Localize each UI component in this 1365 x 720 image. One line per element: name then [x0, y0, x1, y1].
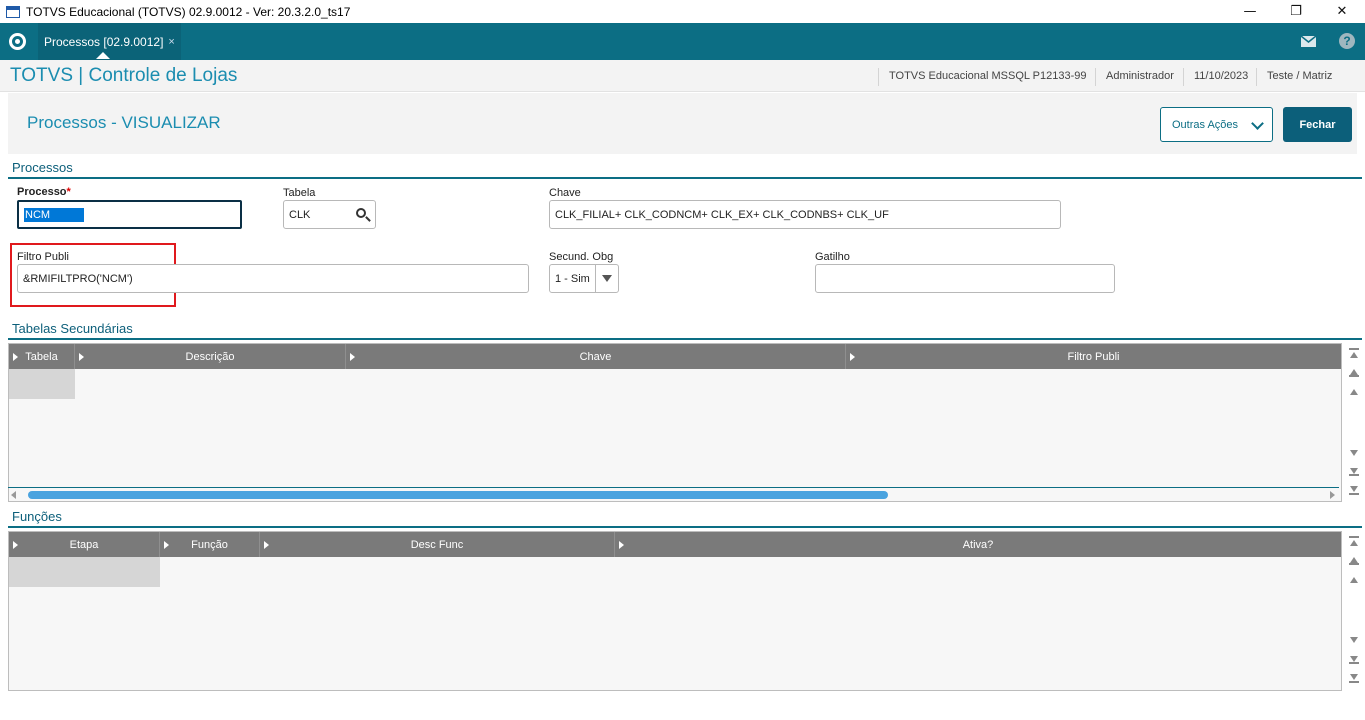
scroll-down-icon[interactable]	[1350, 450, 1358, 456]
date-info: 11/10/2023	[1183, 68, 1258, 86]
scroll-up-icon[interactable]	[1350, 389, 1358, 395]
totvs-logo-icon[interactable]	[9, 33, 26, 50]
restore-button[interactable]: ❐	[1273, 0, 1319, 23]
dropdown-arrow-icon	[602, 275, 612, 282]
chave-label: Chave	[549, 187, 581, 199]
fechar-button[interactable]: Fechar	[1283, 107, 1352, 142]
outras-acoes-button[interactable]: Outras Ações	[1160, 107, 1273, 142]
column-arrow-icon	[619, 541, 624, 549]
app-header: TOTVS | Controle de Lojas TOTVS Educacio…	[0, 60, 1365, 92]
section-divider	[8, 526, 1362, 528]
processo-label: Processo*	[17, 186, 71, 198]
scroll-bottom-icon[interactable]	[1350, 486, 1358, 492]
app-window-icon	[6, 5, 20, 18]
scroll-top-bar-icon	[1349, 536, 1359, 538]
scroll-down-icon[interactable]	[1350, 637, 1358, 643]
scroll-top-icon[interactable]	[1350, 352, 1358, 358]
secund-obg-value: 1 - Sim	[555, 272, 590, 285]
column-header-funcao[interactable]: Função	[160, 532, 260, 557]
column-arrow-icon	[13, 353, 18, 361]
horizontal-scrollbar[interactable]	[8, 487, 1339, 501]
outras-acoes-label: Outras Ações	[1172, 118, 1239, 131]
section-divider	[8, 177, 1362, 179]
column-arrow-icon	[13, 541, 18, 549]
mail-icon[interactable]	[1301, 36, 1316, 47]
branch-info: Teste / Matriz	[1256, 68, 1342, 86]
column-header-tabela[interactable]: Tabela	[9, 344, 75, 369]
search-icon[interactable]	[356, 208, 366, 218]
section-title-tabelas-secundarias: Tabelas Secundárias	[12, 321, 133, 336]
scroll-bar-icon	[1349, 662, 1359, 664]
grid-header: Etapa Função Desc Func Ativa?	[9, 532, 1341, 557]
processo-input[interactable]: NCM	[17, 200, 242, 229]
column-arrow-icon	[264, 541, 269, 549]
close-window-button[interactable]: ✕	[1319, 0, 1365, 23]
filtro-publi-label: Filtro Publi	[17, 251, 69, 263]
page-title-band: Processos - VISUALIZAR Outras Ações Fech…	[8, 93, 1357, 154]
tabelas-secundarias-grid[interactable]: Tabela Descrição Chave Filtro Publi	[8, 343, 1342, 502]
section-title-funcoes: Funções	[12, 509, 62, 524]
section-title-processos: Processos	[12, 160, 73, 175]
minimize-button[interactable]: —	[1227, 0, 1273, 23]
grid-header: Tabela Descrição Chave Filtro Publi	[9, 344, 1341, 369]
user-info: Administrador	[1095, 68, 1184, 86]
column-header-ativa[interactable]: Ativa?	[615, 532, 1341, 557]
vertical-scrollbar[interactable]	[1345, 531, 1365, 691]
app-tabbar: Processos [02.9.0012] ×	[0, 23, 1365, 60]
scroll-bottom-icon[interactable]	[1350, 674, 1358, 680]
gatilho-label: Gatilho	[815, 251, 850, 263]
chave-value: CLK_FILIAL+ CLK_CODNCM+ CLK_EX+ CLK_CODN…	[555, 208, 889, 221]
tab-label: Processos [02.9.0012]	[44, 34, 164, 49]
environment-info: TOTVS Educacional MSSQL P12133-99	[878, 68, 1097, 86]
processo-value: NCM	[24, 207, 84, 222]
column-header-desc-func[interactable]: Desc Func	[260, 532, 615, 557]
filtro-publi-value: &RMIFILTPRO('NCM')	[23, 272, 133, 285]
secund-obg-label: Secund. Obg	[549, 251, 614, 263]
scroll-bar-icon	[1349, 375, 1359, 377]
grid-cell-selected[interactable]	[9, 369, 75, 399]
scroll-bottom-bar-icon	[1349, 681, 1359, 683]
grid-cell-selected[interactable]	[9, 557, 160, 587]
scroll-left-icon[interactable]	[11, 491, 16, 499]
column-arrow-icon	[850, 353, 855, 361]
column-arrow-icon	[350, 353, 355, 361]
column-arrow-icon	[164, 541, 169, 549]
window-titlebar: TOTVS Educacional (TOTVS) 02.9.0012 - Ve…	[0, 0, 1365, 23]
tabela-value: CLK	[289, 208, 311, 221]
tab-close-icon[interactable]: ×	[168, 36, 174, 48]
scroll-bar-icon	[1349, 563, 1359, 565]
scroll-right-icon[interactable]	[1330, 491, 1335, 499]
column-header-descricao[interactable]: Descrição	[75, 344, 346, 369]
secund-obg-select[interactable]: 1 - Sim	[549, 264, 619, 293]
vertical-scrollbar[interactable]	[1345, 343, 1365, 502]
column-header-filtro-publi[interactable]: Filtro Publi	[846, 344, 1341, 369]
scroll-top-bar-icon	[1349, 348, 1359, 350]
column-arrow-icon	[79, 353, 84, 361]
page-title: Processos - VISUALIZAR	[27, 113, 221, 132]
section-divider	[8, 338, 1362, 340]
select-divider	[595, 265, 596, 292]
chave-input[interactable]: CLK_FILIAL+ CLK_CODNCM+ CLK_EX+ CLK_CODN…	[549, 200, 1061, 229]
scroll-bottom-bar-icon	[1349, 493, 1359, 495]
scroll-bar-icon	[1349, 474, 1359, 476]
column-header-chave[interactable]: Chave	[346, 344, 846, 369]
window-title: TOTVS Educacional (TOTVS) 02.9.0012 - Ve…	[26, 4, 351, 19]
chevron-down-icon	[1251, 117, 1264, 130]
gatilho-input[interactable]	[815, 264, 1115, 293]
tab-indicator	[96, 52, 110, 59]
funcoes-grid[interactable]: Etapa Função Desc Func Ativa?	[8, 531, 1342, 691]
column-header-etapa[interactable]: Etapa	[9, 532, 160, 557]
app-title: TOTVS | Controle de Lojas	[10, 65, 238, 86]
tabela-input[interactable]: CLK	[283, 200, 376, 229]
scrollbar-thumb[interactable]	[28, 491, 888, 499]
filtro-publi-input[interactable]: &RMIFILTPRO('NCM')	[17, 264, 529, 293]
scroll-up-icon[interactable]	[1350, 577, 1358, 583]
help-icon[interactable]: ?	[1339, 33, 1355, 49]
scroll-top-icon[interactable]	[1350, 540, 1358, 546]
tabela-label: Tabela	[283, 187, 316, 199]
